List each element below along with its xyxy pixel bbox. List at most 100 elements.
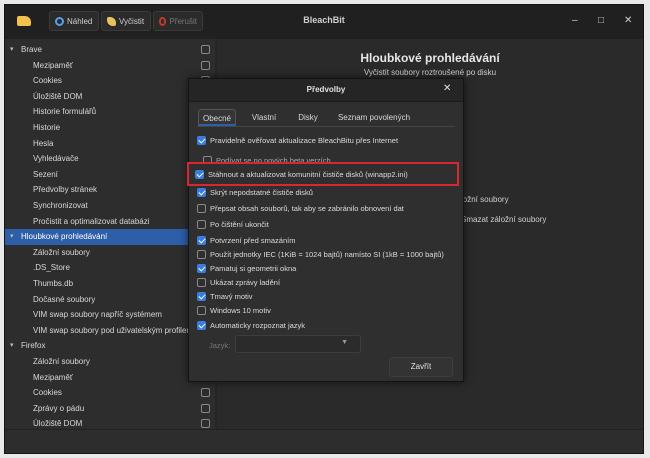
checkbox-unchecked-icon[interactable] (197, 204, 206, 213)
expand-arrow-icon[interactable]: ▾ (10, 229, 14, 245)
tree-item[interactable]: Předvolby stránek (5, 182, 217, 198)
tab-drives[interactable]: Disky (292, 109, 324, 126)
window-title: BleachBit (303, 15, 345, 25)
tree-item[interactable]: Thumbs.db (5, 276, 217, 292)
option-label: Potvrzení před smazáním (210, 236, 296, 245)
details-subtitle: Vyčistit soubory roztroušené po disku (363, 68, 497, 77)
tree-item-checkbox[interactable] (201, 419, 210, 429)
tree-item-label: Zprávy o pádu (33, 403, 85, 413)
tab-divider (197, 126, 455, 127)
chevron-down-icon: ▼ (341, 339, 348, 346)
tree-item-label: Historie formulářů (33, 107, 97, 117)
tree-item[interactable]: Dočasné soubory (5, 292, 217, 308)
tree-item[interactable]: Pročistit a optimalizovat databázi (5, 214, 217, 230)
tree-item-label: Cookies (33, 76, 62, 86)
tree-item[interactable]: Mezipaměť (5, 370, 217, 386)
tree-item[interactable]: Záložní soubory (5, 245, 217, 261)
details-option-2: Smazat záložní soubory (461, 215, 547, 224)
tree-item[interactable]: Záložní soubory (5, 354, 217, 370)
tree-item[interactable]: Cookies (5, 73, 217, 89)
checkbox-checked-icon[interactable] (195, 170, 204, 179)
language-select[interactable]: ▼ (235, 335, 361, 353)
expand-arrow-icon[interactable]: ▾ (10, 338, 14, 354)
tree-item-label: Hloubkové prohledávání (21, 232, 108, 242)
tree-item[interactable]: .DS_Store (5, 260, 217, 276)
tree-category[interactable]: ▾ Hloubkové prohledávání (5, 229, 217, 246)
tree-item-label: Mezipaměť (33, 60, 73, 70)
close-button[interactable]: Zavřít (389, 357, 453, 377)
preferences-dialog: Předvolby ✕ Obecné Vlastní Disky Seznam … (188, 78, 464, 382)
checkbox-checked-icon[interactable] (197, 188, 206, 197)
checkbox-unchecked-icon[interactable] (197, 220, 206, 229)
dialog-close-icon[interactable]: ✕ (443, 84, 451, 94)
option-label: Skrýt nepodstatné čističe disků (210, 188, 313, 197)
checkbox-checked-icon[interactable] (197, 292, 206, 301)
tree-item-checkbox[interactable] (201, 60, 210, 70)
tree-item-label: .DS_Store (33, 263, 70, 273)
tree-item[interactable]: VIM swap soubory pod uživatelským profil… (5, 323, 217, 339)
option-label: Pravidelně ověřovat aktualizace BleachBi… (210, 136, 399, 145)
language-label: Jazyk: (209, 341, 231, 350)
checkbox-unchecked-icon[interactable] (197, 306, 206, 315)
tab-custom[interactable]: Vlastní (244, 109, 284, 126)
tree-item-label: Hesla (33, 138, 54, 148)
tree-item[interactable]: Synchronizovat (5, 198, 217, 214)
tree-item-label: Dočasné soubory (33, 294, 96, 304)
checkbox-checked-icon[interactable] (197, 236, 206, 245)
tab-whitelist[interactable]: Seznam povolených (332, 109, 416, 126)
checkbox-checked-icon[interactable] (197, 136, 206, 145)
tree-item-label: Mezipaměť (33, 372, 73, 382)
tree-item[interactable]: Historie formulářů (5, 104, 217, 120)
option-label: Tmavý motiv (210, 292, 253, 301)
details-title: Hloubkové prohledávání (360, 51, 500, 65)
status-bar (5, 429, 643, 453)
details-option-1: ložní soubory (461, 195, 509, 204)
tree-item-label: Thumbs.db (33, 279, 74, 288)
tree-item-checkbox[interactable] (201, 403, 210, 413)
tree-item[interactable]: Cookies (5, 385, 217, 401)
tree-item[interactable]: Mezipaměť (5, 58, 217, 74)
checkbox-checked-icon[interactable] (197, 321, 206, 330)
highlight-box: Stáhnout a aktualizovat komunitní čistič… (187, 162, 459, 186)
close-icon[interactable]: ✕ (624, 16, 632, 26)
dialog-title: Předvolby (306, 85, 346, 94)
tree-item[interactable]: Vyhledávače (5, 151, 217, 167)
option-label: Automaticky rozpoznat jazyk (210, 321, 306, 330)
tree-item-label: Sezení (33, 169, 58, 179)
maximize-icon[interactable]: □ (598, 16, 604, 26)
option-label: Použít jednotky IEC (1KiB = 1024 bajtů) … (210, 250, 444, 259)
option-label: Přepsat obsah souborů, tak aby se zabrán… (210, 204, 404, 213)
tree-item-label: Vyhledávače (33, 154, 79, 164)
option-label: Stáhnout a aktualizovat komunitní čistič… (208, 170, 408, 179)
tree-item-label: Historie (33, 123, 61, 132)
tree-item-label: Úložiště DOM (33, 91, 83, 101)
tree-item-label: Předvolby stránek (33, 185, 98, 195)
tree-item-label: Brave (21, 45, 42, 54)
tree-item-label: Pročistit a optimalizovat databázi (33, 216, 150, 226)
tree-item-label: VIM swap soubory napříč systémem (33, 310, 162, 320)
tree-category[interactable]: ▾ Firefox (5, 338, 217, 354)
tree-item[interactable]: Hesla (5, 136, 217, 152)
tree-item-checkbox[interactable] (201, 388, 210, 398)
minimize-icon[interactable]: – (572, 16, 578, 26)
tree-item-label: VIM swap soubory pod uživatelským profil… (33, 325, 194, 335)
checkbox-unchecked-icon[interactable] (197, 250, 206, 259)
tree-item[interactable]: VIM swap soubory napříč systémem (5, 307, 217, 323)
expand-arrow-icon[interactable]: ▾ (10, 42, 14, 58)
tree-item[interactable]: Zprávy o pádu (5, 401, 217, 417)
tree-item[interactable]: Sezení (5, 167, 217, 183)
tree-item[interactable]: Úložiště DOM (5, 89, 217, 105)
tree-item[interactable]: Historie (5, 120, 217, 136)
tree-item-label: Firefox (21, 341, 46, 351)
option-label: Pamatuj si geometrii okna (210, 264, 297, 273)
dialog-title-bar: Předvolby ✕ (189, 79, 463, 102)
title-bar: Náhled Vyčistit Přerušit BleachBit – □ ✕ (5, 5, 643, 40)
checkbox-checked-icon[interactable] (197, 264, 206, 273)
cleaner-tree[interactable]: ▾ Brave Mezipaměť Cookies Úložiště DOM Histor… (5, 39, 217, 429)
tab-general[interactable]: Obecné (198, 109, 236, 126)
option-label: Po čištění ukončit (210, 220, 269, 229)
tree-item-label: Synchronizovat (33, 201, 88, 210)
tree-category[interactable]: ▾ Brave (5, 42, 217, 58)
checkbox-unchecked-icon[interactable] (197, 278, 206, 287)
tree-item-checkbox[interactable] (201, 45, 210, 54)
